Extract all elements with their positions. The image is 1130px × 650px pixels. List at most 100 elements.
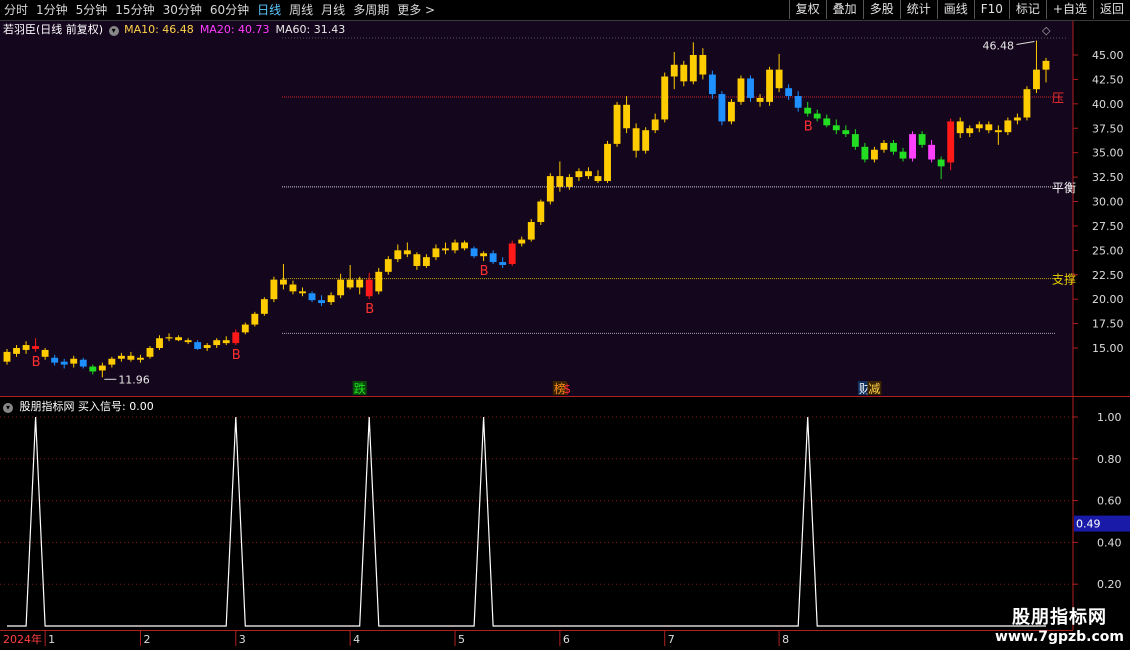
month-label: 8 — [782, 633, 789, 646]
buy-marker: B — [804, 120, 813, 135]
candle-body — [232, 332, 240, 344]
candle-body — [184, 340, 192, 343]
candle-body — [156, 338, 163, 348]
candle-body — [432, 248, 440, 258]
sub-axis-label: 0.60 — [1097, 495, 1122, 508]
candle-body — [651, 119, 659, 131]
candle-body — [394, 250, 402, 260]
candle-body — [975, 124, 983, 129]
candle-body — [718, 94, 726, 122]
candle-body — [985, 124, 993, 131]
candle-body — [699, 55, 707, 75]
event-badge: $ — [563, 382, 571, 396]
sub-axis-label: 0.80 — [1097, 453, 1122, 466]
candle-body — [880, 142, 888, 150]
candle-body — [642, 130, 650, 151]
candle-body — [804, 107, 812, 114]
price-label: 20.00 — [1092, 293, 1124, 306]
event-badge: 减 — [868, 382, 880, 396]
sub-panel-title: 股朋指标网 买入信号: 0.00 — [19, 400, 154, 413]
candle-body — [1013, 117, 1021, 121]
chart-area[interactable]: 压平衡支撑 45.00 42.50 40.00 37.50 35.00 32.50 30.00… — [0, 0, 1130, 650]
buy-marker: B — [32, 355, 41, 370]
candle-body — [413, 254, 421, 266]
candle-body — [60, 361, 68, 365]
year-label: 2024年 — [3, 632, 42, 646]
candle-body — [356, 279, 364, 288]
candle-body — [661, 76, 669, 120]
collapse-icon[interactable]: ▾ — [108, 26, 119, 36]
candle-body — [689, 55, 697, 82]
sub-axis-label: 0.20 — [1097, 578, 1122, 591]
candle-body — [870, 149, 878, 160]
candle-body — [318, 300, 325, 304]
candle-body — [3, 351, 11, 362]
candle-body — [461, 242, 468, 249]
ma-label-0: MA10: 46.48 — [124, 23, 194, 36]
candle-body — [346, 279, 354, 288]
candle-body — [480, 253, 488, 257]
candle-body — [527, 222, 535, 240]
diamond-icon: ◇ — [1042, 24, 1051, 37]
candle-body — [299, 291, 306, 294]
candle-body — [384, 259, 392, 272]
candle-body — [98, 365, 106, 371]
candle-body — [508, 243, 516, 265]
candle-body — [175, 337, 183, 341]
event-badge: 跌 — [354, 381, 366, 396]
ma-label-1: MA20: 40.73 — [199, 23, 270, 36]
month-label: 7 — [668, 633, 675, 646]
candle-body — [861, 146, 869, 160]
candle-body — [546, 176, 554, 202]
candle-body — [1004, 120, 1012, 133]
price-label: 27.50 — [1092, 220, 1124, 233]
buy-marker: B — [232, 348, 241, 363]
candle-body — [165, 337, 173, 339]
candle-body — [766, 69, 774, 102]
month-label: 4 — [353, 633, 360, 646]
candle-body — [1033, 69, 1040, 90]
collapse-icon[interactable]: ▾ — [3, 403, 13, 413]
candle-body — [499, 262, 507, 265]
main-legend: 若羽臣(日线 前复权) ▾ MA10: 46.48 MA20: 40.73 MA60… — [3, 21, 351, 37]
month-label: 6 — [563, 633, 570, 646]
candle-body — [537, 201, 545, 223]
candle-body — [251, 313, 259, 325]
candle-body — [41, 349, 49, 357]
candle-body — [127, 355, 135, 360]
candle-body — [518, 239, 526, 244]
candle-body — [451, 242, 459, 251]
candle-body — [708, 74, 716, 95]
candle-body — [747, 78, 754, 98]
candle-body — [823, 118, 831, 126]
level-label-0: 压 — [1052, 91, 1064, 105]
price-label: 37.50 — [1092, 122, 1124, 135]
low-label: 11.96 — [118, 373, 150, 386]
candle-body — [13, 348, 20, 354]
price-label: 45.00 — [1092, 49, 1124, 62]
candle-body — [194, 342, 202, 349]
candle-body — [22, 345, 30, 350]
high-label: 46.48 — [982, 40, 1014, 53]
candle-body — [108, 358, 116, 365]
candle-body — [489, 253, 497, 263]
candle-body — [260, 299, 268, 314]
candle-body — [842, 130, 850, 135]
candle-body — [32, 346, 40, 349]
candle-body — [365, 279, 373, 297]
candle-body — [737, 78, 745, 102]
candle-body — [813, 113, 821, 119]
candle-body — [375, 271, 383, 292]
candle-body — [594, 176, 602, 181]
candle-body — [785, 88, 793, 97]
candle-body — [966, 128, 974, 134]
candle-body — [937, 159, 945, 167]
candle-body — [604, 143, 611, 181]
price-label: 15.00 — [1092, 342, 1124, 355]
candle-body — [241, 324, 249, 333]
candle-body — [556, 176, 564, 187]
sub-legend: ▾ 股朋指标网 买入信号: 0.00 — [3, 398, 154, 414]
ma-label-2: MA60: 31.43 — [275, 23, 346, 36]
candle-body — [146, 348, 154, 357]
candle-body — [327, 295, 335, 303]
